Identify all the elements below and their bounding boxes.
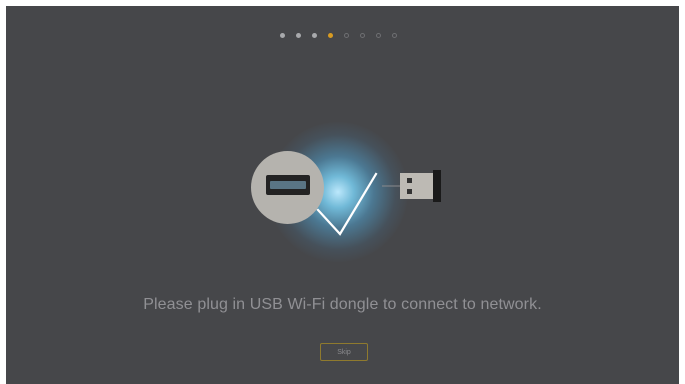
step-dot-6 [360,32,365,38]
instruction-message: Please plug in USB Wi-Fi dongle to conne… [143,296,542,313]
step-dot-3 [312,32,317,38]
skip-button[interactable]: Skip [320,343,368,361]
step-indicator [280,30,410,40]
step-dot-2 [296,32,301,38]
step-dot-7 [376,32,381,38]
step-dot-5 [344,32,349,38]
setup-screen: Please plug in USB Wi-Fi dongle to conne… [6,6,679,384]
usb-dongle-icon [382,170,441,202]
step-dot-1 [280,32,285,38]
step-dot-8 [392,32,397,38]
step-dot-4-current [328,32,333,38]
